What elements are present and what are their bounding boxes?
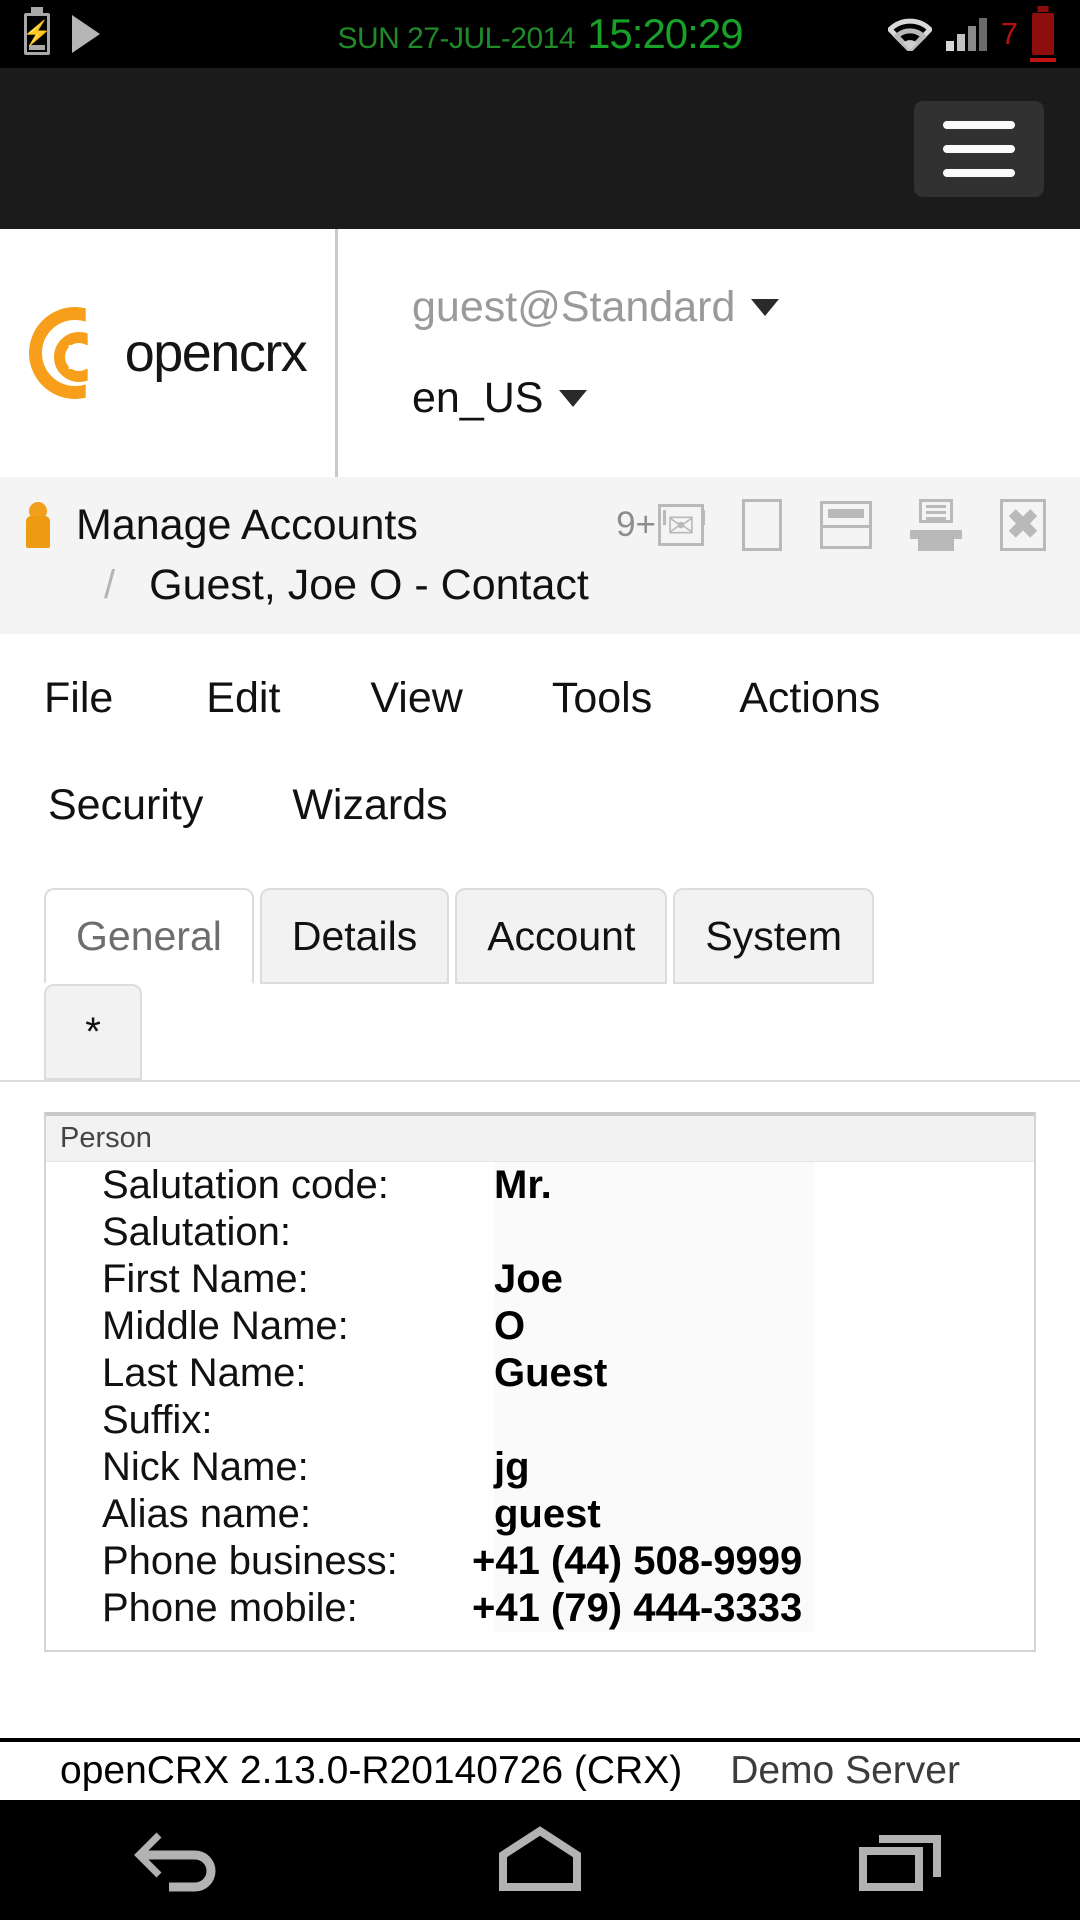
home-icon[interactable] bbox=[440, 1800, 640, 1920]
field-label: Alias name: bbox=[46, 1492, 494, 1537]
locale-dropdown[interactable]: en_US bbox=[412, 374, 1080, 423]
field-label: Salutation code: bbox=[46, 1163, 494, 1208]
table-row: First Name: Joe bbox=[46, 1256, 1034, 1303]
menu-item-edit[interactable]: Edit bbox=[206, 660, 280, 737]
field-value: +41 (44) 508-9999 bbox=[472, 1539, 802, 1584]
menu-item-actions[interactable]: Actions bbox=[739, 660, 880, 737]
field-value: Guest bbox=[494, 1351, 607, 1396]
opencrx-logo-mark bbox=[29, 307, 121, 399]
field-grid: Salutation code: Mr. Salutation: First N… bbox=[46, 1162, 1034, 1632]
tab-system[interactable]: System bbox=[673, 888, 874, 984]
locale-label: en_US bbox=[412, 374, 543, 423]
status-bar-left: ⚡ bbox=[0, 13, 100, 55]
print-icon[interactable] bbox=[910, 499, 962, 551]
table-row: Nick Name: jg bbox=[46, 1444, 1034, 1491]
user-dropdown[interactable]: guest@Standard bbox=[412, 283, 1080, 332]
table-row: Phone business: +41 (44) 508-9999 bbox=[46, 1538, 1034, 1585]
recents-icon[interactable] bbox=[800, 1800, 1000, 1920]
menu-row-1: File Edit View Tools Actions bbox=[0, 660, 1080, 737]
person-icon bbox=[26, 502, 50, 548]
blank-page-icon[interactable] bbox=[742, 499, 782, 551]
tab-general[interactable]: General bbox=[44, 888, 254, 984]
table-row: Salutation code: Mr. bbox=[46, 1162, 1034, 1209]
mail-icon[interactable]: 9+ bbox=[616, 504, 704, 546]
table-row: Alias name: guest bbox=[46, 1491, 1034, 1538]
brand-row: opencrx guest@Standard en_US bbox=[0, 229, 1080, 477]
logo-cell: opencrx bbox=[0, 229, 338, 477]
opencrx-logo: opencrx bbox=[29, 307, 307, 399]
back-icon[interactable] bbox=[80, 1800, 280, 1920]
field-value: guest bbox=[494, 1492, 601, 1537]
status-date: SUN 27-JUL-2014 bbox=[337, 22, 575, 56]
status-time: 15:20:29 bbox=[587, 10, 743, 58]
footer-server: Demo Server bbox=[730, 1749, 960, 1793]
wifi-icon bbox=[888, 17, 932, 51]
menu-row-2: Security Wizards bbox=[0, 767, 1080, 844]
footer-version: openCRX 2.13.0-R20140726 (CRX) bbox=[60, 1749, 682, 1793]
field-value: O bbox=[494, 1304, 525, 1349]
field-value: Joe bbox=[494, 1257, 563, 1302]
session-cell: guest@Standard en_US bbox=[338, 229, 1080, 477]
table-row: Suffix: bbox=[46, 1397, 1034, 1444]
breadcrumb-subtitle[interactable]: Guest, Joe O - Contact bbox=[149, 561, 589, 610]
field-label: Salutation: bbox=[46, 1210, 494, 1255]
field-value: jg bbox=[494, 1445, 530, 1490]
mail-badge-count: 9+ bbox=[616, 505, 656, 545]
signal-bars-icon bbox=[946, 17, 987, 51]
chevron-down-icon bbox=[559, 390, 587, 407]
breadcrumb-row-secondary: / Guest, Joe O - Contact bbox=[26, 561, 1056, 610]
menu-item-tools[interactable]: Tools bbox=[552, 660, 652, 737]
opencrx-logo-text: opencrx bbox=[125, 322, 307, 384]
menu-item-security[interactable]: Security bbox=[48, 767, 203, 844]
breadcrumb-toolbar: 9+ ✖ bbox=[616, 499, 1056, 551]
android-nav-bar bbox=[0, 1800, 1080, 1920]
breadcrumb-separator: / bbox=[104, 563, 115, 608]
status-bar: ⚡ SUN 27-JUL-2014 15:20:29 7 bbox=[0, 0, 1080, 68]
menu-item-wizards[interactable]: Wizards bbox=[292, 767, 447, 844]
envelope-glyph bbox=[658, 504, 704, 546]
table-row: Salutation: bbox=[46, 1209, 1034, 1256]
tab-strip-secondary: * bbox=[0, 984, 1080, 1082]
menu-item-view[interactable]: View bbox=[370, 660, 462, 737]
field-label: Phone business: bbox=[46, 1539, 494, 1584]
battery-charging-icon: ⚡ bbox=[24, 13, 50, 55]
breadcrumb-row-primary: Manage Accounts 9+ ✖ bbox=[26, 499, 1056, 551]
menu-bar: File Edit View Tools Actions Security Wi… bbox=[0, 634, 1080, 844]
person-panel: Person Salutation code: Mr. Salutation: … bbox=[44, 1112, 1036, 1652]
play-icon bbox=[72, 15, 100, 53]
breadcrumb-title[interactable]: Manage Accounts bbox=[76, 501, 418, 550]
panel-header: Person bbox=[46, 1116, 1034, 1162]
chevron-down-icon bbox=[751, 299, 779, 316]
breadcrumb: Manage Accounts 9+ ✖ / Guest, Joe O - Co… bbox=[0, 477, 1080, 634]
close-icon[interactable]: ✖ bbox=[1000, 499, 1046, 551]
field-label: Middle Name: bbox=[46, 1304, 494, 1349]
hamburger-menu-icon[interactable] bbox=[914, 101, 1044, 197]
table-row: Middle Name: O bbox=[46, 1303, 1034, 1350]
tab-details[interactable]: Details bbox=[260, 888, 449, 984]
field-label: Nick Name: bbox=[46, 1445, 494, 1490]
battery-low-icon bbox=[1032, 13, 1054, 55]
field-value: +41 (79) 444-3333 bbox=[472, 1586, 802, 1631]
tab-asterisk[interactable]: * bbox=[44, 984, 142, 1080]
field-label: Last Name: bbox=[46, 1351, 494, 1396]
table-row: Phone mobile: +41 (79) 444-3333 bbox=[46, 1585, 1034, 1632]
app-bar bbox=[0, 68, 1080, 229]
field-label: First Name: bbox=[46, 1257, 494, 1302]
table-row: Last Name: Guest bbox=[46, 1350, 1034, 1397]
status-bar-right: 7 bbox=[888, 13, 1080, 55]
user-label: guest@Standard bbox=[412, 283, 735, 332]
field-label: Suffix: bbox=[46, 1398, 494, 1443]
tab-account[interactable]: Account bbox=[455, 888, 667, 984]
page-footer: openCRX 2.13.0-R20140726 (CRX) Demo Serv… bbox=[0, 1738, 1080, 1800]
menu-item-file[interactable]: File bbox=[44, 660, 113, 737]
notification-count: 7 bbox=[1001, 16, 1018, 52]
card-view-icon[interactable] bbox=[820, 501, 872, 549]
tab-strip-primary: General Details Account System bbox=[0, 888, 1080, 984]
field-value: Mr. bbox=[494, 1163, 552, 1208]
field-label: Phone mobile: bbox=[46, 1586, 494, 1631]
